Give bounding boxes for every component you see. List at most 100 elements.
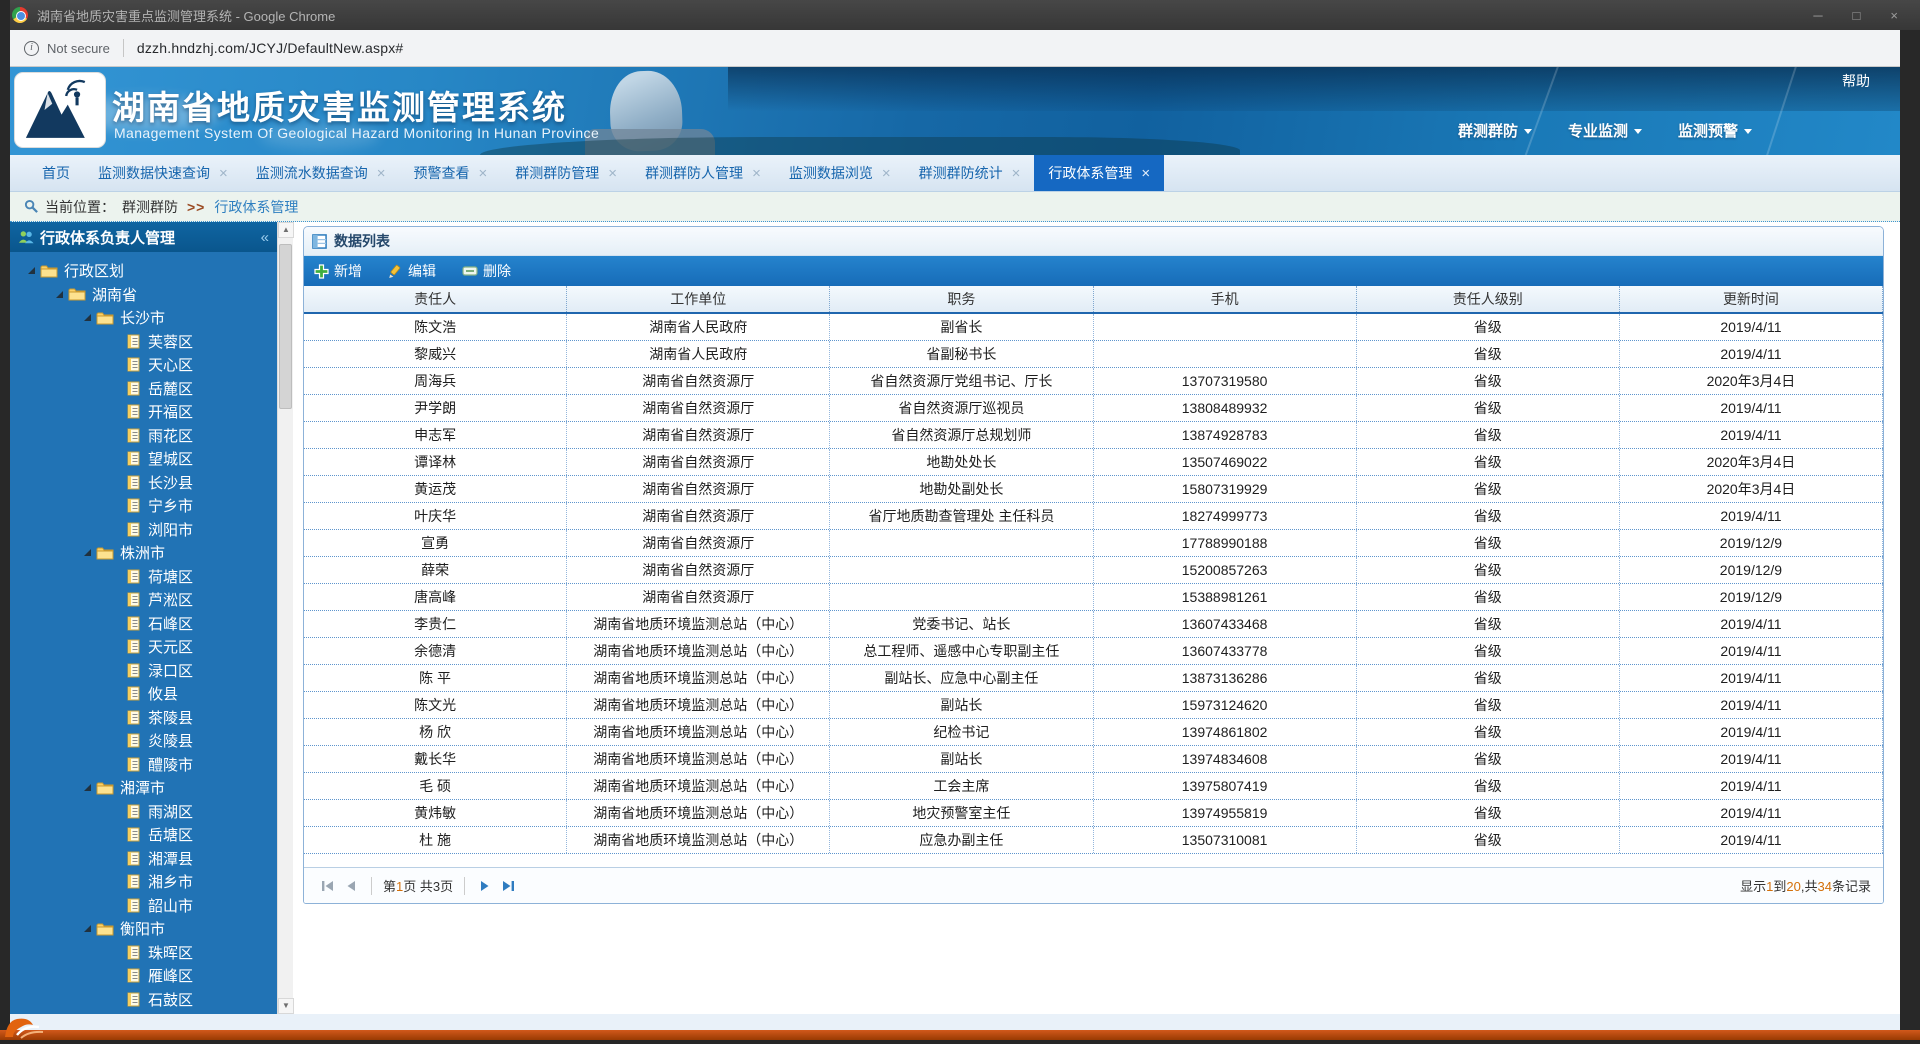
tree-node-leaf[interactable]: 茶陵县 bbox=[10, 706, 277, 730]
tree-node-leaf[interactable]: 雨湖区 bbox=[10, 800, 277, 824]
tree-node-leaf[interactable]: 宁乡市 bbox=[10, 494, 277, 518]
column-header-name[interactable]: 责任人 bbox=[304, 286, 567, 312]
column-header-position[interactable]: 职务 bbox=[830, 286, 1093, 312]
tab-close-icon[interactable]: × bbox=[752, 166, 761, 181]
tree-node-leaf[interactable]: 岳塘区 bbox=[10, 823, 277, 847]
tree-node-leaf[interactable]: 荷塘区 bbox=[10, 565, 277, 589]
tab-close-icon[interactable]: × bbox=[882, 166, 891, 181]
tree-expand-icon[interactable] bbox=[24, 267, 39, 274]
table-row[interactable]: 叶庆华湖南省自然资源厅省厅地质勘查管理处 主任科员18274999773省级20… bbox=[304, 503, 1883, 530]
tab-close-icon[interactable]: × bbox=[1141, 166, 1150, 181]
tree-node-leaf[interactable]: 韶山市 bbox=[10, 894, 277, 918]
tree-node-leaf[interactable]: 醴陵市 bbox=[10, 753, 277, 777]
header-menu-item-2[interactable]: 监测预警 bbox=[1678, 120, 1752, 141]
tree-node-leaf[interactable]: 开福区 bbox=[10, 400, 277, 424]
tree-node-leaf[interactable]: 天元区 bbox=[10, 635, 277, 659]
tab-item-3[interactable]: 预警查看× bbox=[400, 155, 502, 191]
tab-item-7[interactable]: 群测群防统计× bbox=[905, 155, 1035, 191]
tree-node-leaf[interactable]: 芙蓉区 bbox=[10, 330, 277, 354]
breadcrumb-current[interactable]: 行政体系管理 bbox=[214, 197, 298, 217]
table-row[interactable]: 陈 平湖南省地质环境监测总站（中心）副站长、应急中心副主任13873136286… bbox=[304, 665, 1883, 692]
tree-expand-icon[interactable] bbox=[80, 314, 95, 321]
scrollbar-thumb[interactable] bbox=[279, 244, 292, 409]
last-page-button[interactable] bbox=[500, 879, 516, 893]
minimize-button[interactable]: ─ bbox=[1813, 8, 1822, 23]
add-button[interactable]: 新增 bbox=[314, 261, 362, 281]
tab-close-icon[interactable]: × bbox=[479, 166, 488, 181]
tree-node-folder[interactable]: 株洲市 bbox=[10, 541, 277, 565]
tree-node-leaf[interactable]: 望城区 bbox=[10, 447, 277, 471]
close-button[interactable]: × bbox=[1890, 8, 1898, 23]
table-row[interactable]: 唐高峰湖南省自然资源厅15388981261省级2019/12/9 bbox=[304, 584, 1883, 611]
maximize-button[interactable]: □ bbox=[1853, 8, 1861, 23]
tree-node-leaf[interactable]: 天心区 bbox=[10, 353, 277, 377]
tree-expand-icon[interactable] bbox=[80, 925, 95, 932]
header-menu-item-1[interactable]: 专业监测 bbox=[1568, 120, 1642, 141]
column-header-phone[interactable]: 手机 bbox=[1094, 286, 1357, 312]
edit-button[interactable]: 编辑 bbox=[388, 261, 436, 281]
table-row[interactable]: 余德清湖南省地质环境监测总站（中心）总工程师、遥感中心专职副主任13607433… bbox=[304, 638, 1883, 665]
delete-button[interactable]: 删除 bbox=[462, 261, 511, 281]
taskbar-app-icon[interactable] bbox=[3, 1013, 47, 1044]
url-text[interactable]: dzzh.hndzhj.com/JCYJ/DefaultNew.aspx# bbox=[137, 40, 404, 56]
table-row[interactable]: 毛 硕湖南省地质环境监测总站（中心）工会主席13975807419省级2019/… bbox=[304, 773, 1883, 800]
table-row[interactable]: 戴长华湖南省地质环境监测总站（中心）副站长13974834608省级2019/4… bbox=[304, 746, 1883, 773]
tree-node-folder[interactable]: 长沙市 bbox=[10, 306, 277, 330]
tab-item-5[interactable]: 群测群防人管理× bbox=[631, 155, 775, 191]
help-link[interactable]: 帮助 bbox=[1842, 71, 1870, 91]
scroll-down-icon[interactable]: ▼ bbox=[278, 998, 294, 1014]
table-row[interactable]: 李贵仁湖南省地质环境监测总站（中心）党委书记、站长13607433468省级20… bbox=[304, 611, 1883, 638]
tab-close-icon[interactable]: × bbox=[608, 166, 617, 181]
tree-expand-icon[interactable] bbox=[80, 784, 95, 791]
tree-node-leaf[interactable]: 珠晖区 bbox=[10, 941, 277, 965]
sidebar-collapse-icon[interactable]: « bbox=[261, 229, 269, 246]
tree-node-leaf[interactable]: 芦淞区 bbox=[10, 588, 277, 612]
tree-node-leaf[interactable]: 湘潭县 bbox=[10, 847, 277, 871]
scroll-up-icon[interactable]: ▲ bbox=[278, 222, 294, 238]
header-menu-item-0[interactable]: 群测群防 bbox=[1458, 120, 1532, 141]
tree-node-folder[interactable]: 湘潭市 bbox=[10, 776, 277, 800]
column-header-updated[interactable]: 更新时间 bbox=[1620, 286, 1883, 312]
tree-node-leaf[interactable]: 湘乡市 bbox=[10, 870, 277, 894]
table-row[interactable]: 宣勇湖南省自然资源厅17788990188省级2019/12/9 bbox=[304, 530, 1883, 557]
tree-node-leaf[interactable]: 石峰区 bbox=[10, 612, 277, 636]
table-row[interactable]: 杨 欣湖南省地质环境监测总站（中心）纪检书记13974861802省级2019/… bbox=[304, 719, 1883, 746]
tree-node-leaf[interactable]: 渌口区 bbox=[10, 659, 277, 683]
table-row[interactable]: 尹学朗湖南省自然资源厅省自然资源厅巡视员13808489932省级2019/4/… bbox=[304, 395, 1883, 422]
tab-close-icon[interactable]: × bbox=[1012, 166, 1021, 181]
next-page-button[interactable] bbox=[478, 879, 492, 893]
tree-node-leaf[interactable]: 岳麓区 bbox=[10, 377, 277, 401]
table-row[interactable]: 黄炜敏湖南省地质环境监测总站（中心）地灾预警室主任13974955819省级20… bbox=[304, 800, 1883, 827]
tree-node-leaf[interactable]: 雨花区 bbox=[10, 424, 277, 448]
tree-expand-icon[interactable] bbox=[80, 549, 95, 556]
tree-node-folder[interactable]: 衡阳市 bbox=[10, 917, 277, 941]
table-row[interactable]: 黎威兴湖南省人民政府省副秘书长省级2019/4/11 bbox=[304, 341, 1883, 368]
table-row[interactable]: 谭译林湖南省自然资源厅地勘处处长13507469022省级2020年3月4日 bbox=[304, 449, 1883, 476]
table-row[interactable]: 申志军湖南省自然资源厅省自然资源厅总规划师13874928783省级2019/4… bbox=[304, 422, 1883, 449]
tree-node-folder[interactable]: 湖南省 bbox=[10, 283, 277, 307]
first-page-button[interactable] bbox=[320, 879, 336, 893]
table-row[interactable]: 薛荣湖南省自然资源厅15200857263省级2019/12/9 bbox=[304, 557, 1883, 584]
column-header-unit[interactable]: 工作单位 bbox=[567, 286, 830, 312]
table-row[interactable]: 周海兵湖南省自然资源厅省自然资源厅党组书记、厅长13707319580省级202… bbox=[304, 368, 1883, 395]
tree-node-folder[interactable]: 行政区划 bbox=[10, 259, 277, 283]
tab-item-0[interactable]: 首页 bbox=[28, 155, 84, 191]
tree-node-leaf[interactable]: 炎陵县 bbox=[10, 729, 277, 753]
tab-close-icon[interactable]: × bbox=[219, 166, 228, 181]
tree-node-leaf[interactable]: 长沙县 bbox=[10, 471, 277, 495]
tree-node-leaf[interactable]: 浏阳市 bbox=[10, 518, 277, 542]
tab-item-2[interactable]: 监测流水数据查询× bbox=[242, 155, 400, 191]
tab-item-8[interactable]: 行政体系管理× bbox=[1034, 155, 1164, 191]
tab-item-4[interactable]: 群测群防管理× bbox=[501, 155, 631, 191]
table-row[interactable]: 杜 施湖南省地质环境监测总站（中心）应急办副主任13507310081省级201… bbox=[304, 827, 1883, 854]
tree-node-leaf[interactable]: 雁峰区 bbox=[10, 964, 277, 988]
tab-item-6[interactable]: 监测数据浏览× bbox=[775, 155, 905, 191]
prev-page-button[interactable] bbox=[344, 879, 358, 893]
tab-close-icon[interactable]: × bbox=[377, 166, 386, 181]
sidebar-scrollbar[interactable]: ▲ ▼ bbox=[277, 222, 293, 1014]
table-row[interactable]: 陈文浩湖南省人民政府副省长省级2019/4/11 bbox=[304, 314, 1883, 341]
column-header-level[interactable]: 责任人级别 bbox=[1357, 286, 1620, 312]
tree-node-leaf[interactable]: 石鼓区 bbox=[10, 988, 277, 1012]
tree-expand-icon[interactable] bbox=[52, 291, 67, 298]
tree-node-leaf[interactable]: 攸县 bbox=[10, 682, 277, 706]
